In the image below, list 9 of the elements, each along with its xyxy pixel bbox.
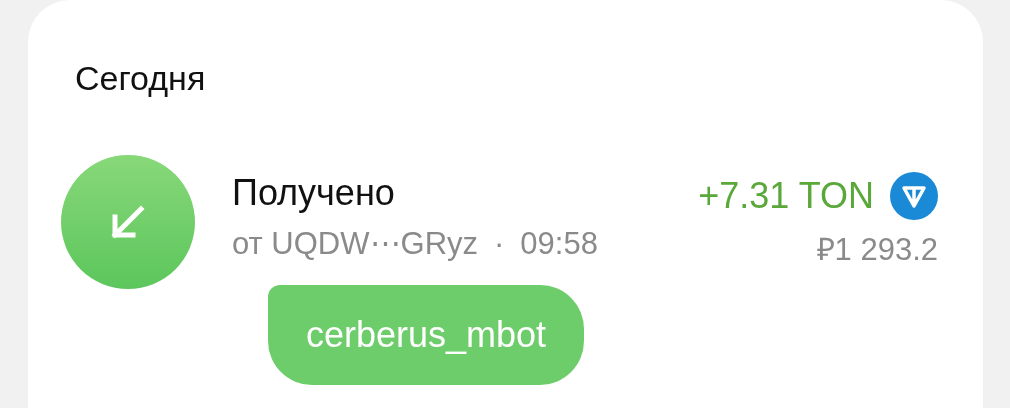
coin-icon xyxy=(890,172,938,220)
comment-bubble: cerberus_mbot xyxy=(268,285,585,385)
transaction-title: Получено xyxy=(232,172,396,214)
transaction-time: 09:58 xyxy=(520,225,598,263)
section-title: Сегодня xyxy=(75,58,207,98)
transaction-amount: +7.31 TON xyxy=(698,175,874,217)
sender-address: от UQDW⋯GRyz xyxy=(232,225,479,263)
fiat-amount: ₽1 293.2 xyxy=(815,231,938,269)
separator: · xyxy=(494,225,505,263)
